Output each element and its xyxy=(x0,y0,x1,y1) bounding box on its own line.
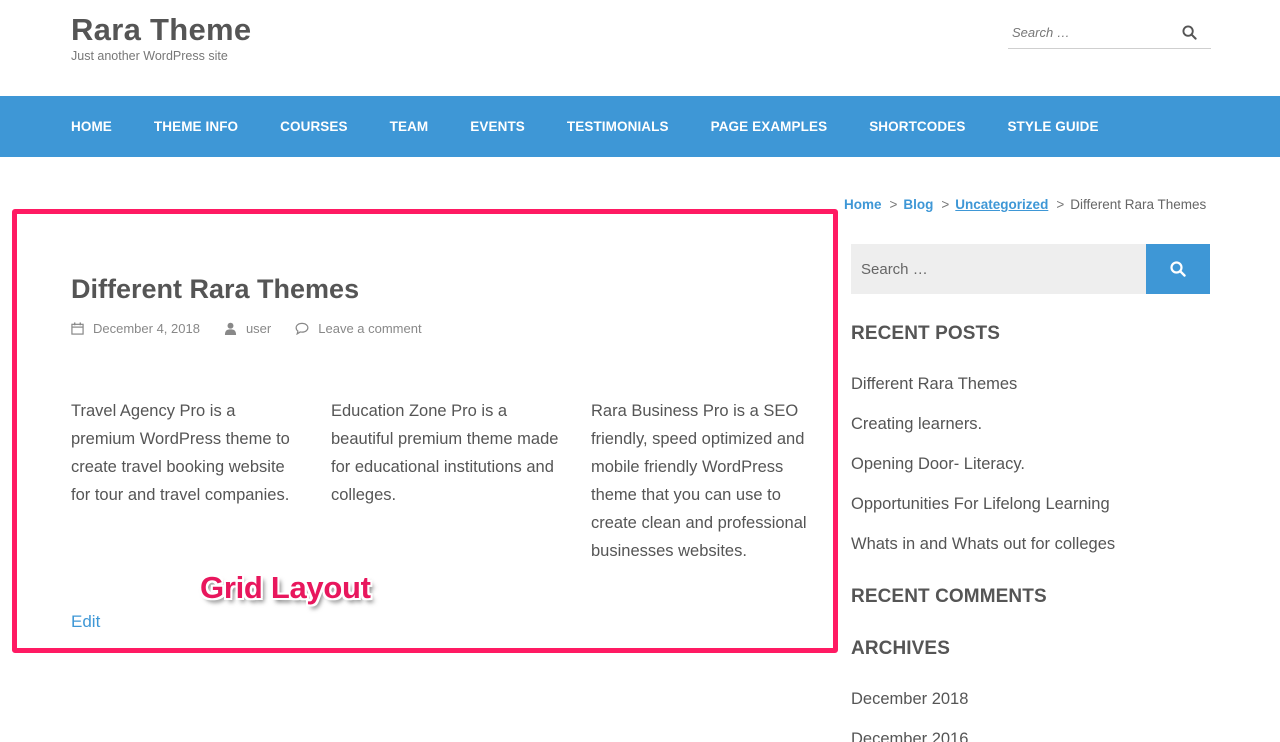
nav-item-courses[interactable]: COURSES xyxy=(280,119,347,134)
post-date-text: December 4, 2018 xyxy=(93,321,200,336)
user-icon xyxy=(224,322,237,335)
grid-column-travel-agency: Travel Agency Pro is a premium WordPress… xyxy=(71,402,290,504)
grid-layout-annotation-label: Grid Layout xyxy=(200,570,371,605)
recent-posts-list: Different Rara Themes Creating learners.… xyxy=(851,372,1115,572)
archive-link[interactable]: December 2016 xyxy=(851,727,968,742)
archives-heading: ARCHIVES xyxy=(851,638,950,659)
breadcrumb-separator: > xyxy=(941,197,950,212)
recent-post-link[interactable]: Opening Door- Literacy. xyxy=(851,452,1115,492)
breadcrumb-blog[interactable]: Blog xyxy=(903,197,933,212)
breadcrumb-separator: > xyxy=(1056,197,1065,212)
comment-icon xyxy=(295,322,309,335)
nav-item-testimonials[interactable]: TESTIMONIALS xyxy=(567,119,669,134)
recent-post-link[interactable]: Whats in and Whats out for colleges xyxy=(851,532,1115,572)
nav-item-shortcodes[interactable]: SHORTCODES xyxy=(869,119,965,134)
nav-item-team[interactable]: TEAM xyxy=(390,119,429,134)
site-header: Rara Theme Just another WordPress site xyxy=(0,0,1280,96)
breadcrumb: Home > Blog > Uncategorized > Different Rara T… xyxy=(844,197,1206,212)
nav-item-home[interactable]: HOME xyxy=(71,119,112,134)
archive-link[interactable]: December 2018 xyxy=(851,687,968,727)
nav-item-style-guide[interactable]: STYLE GUIDE xyxy=(1007,119,1098,134)
header-search-form xyxy=(1008,18,1211,49)
archives-list: December 2018 December 2016 xyxy=(851,687,968,742)
recent-post-link[interactable]: Different Rara Themes xyxy=(851,372,1115,412)
post-date[interactable]: December 4, 2018 xyxy=(71,321,200,336)
post-title: Different Rara Themes xyxy=(71,274,360,304)
breadcrumb-home[interactable]: Home xyxy=(844,197,882,212)
post-author[interactable]: user xyxy=(224,321,271,336)
breadcrumb-category[interactable]: Uncategorized xyxy=(955,197,1048,212)
breadcrumb-separator: > xyxy=(889,197,898,212)
nav-item-events[interactable]: EVENTS xyxy=(470,119,525,134)
breadcrumb-current: Different Rara Themes xyxy=(1070,197,1207,212)
edit-post-link[interactable]: Edit xyxy=(71,612,100,632)
sidebar-search-input[interactable] xyxy=(851,244,1146,294)
calendar-icon xyxy=(71,322,84,335)
header-search-input[interactable] xyxy=(1012,20,1172,44)
post-comments-text: Leave a comment xyxy=(318,321,422,336)
search-icon xyxy=(1170,261,1186,277)
post-meta: December 4, 2018 user Leave a comment xyxy=(71,321,446,336)
grid-column-rara-business: Rara Business Pro is a SEO friendly, spe… xyxy=(591,402,807,560)
grid-column-education-zone: Education Zone Pro is a beautiful premiu… xyxy=(331,402,559,504)
site-title[interactable]: Rara Theme xyxy=(71,12,251,48)
post-author-text: user xyxy=(245,321,272,336)
recent-comments-heading: RECENT COMMENTS xyxy=(851,586,1047,607)
recent-post-link[interactable]: Opportunities For Lifelong Learning xyxy=(851,492,1115,532)
recent-post-link[interactable]: Creating learners. xyxy=(851,412,1115,452)
main-navigation: HOME THEME INFO COURSES TEAM EVENTS TEST… xyxy=(0,96,1280,157)
post-comments-link[interactable]: Leave a comment xyxy=(295,321,422,336)
sidebar-search-button[interactable] xyxy=(1146,244,1210,294)
nav-menu: HOME THEME INFO COURSES TEAM EVENTS TEST… xyxy=(71,96,1141,157)
site-description: Just another WordPress site xyxy=(71,49,228,63)
sidebar-search-form xyxy=(851,244,1210,294)
recent-posts-heading: RECENT POSTS xyxy=(851,323,1000,344)
nav-item-page-examples[interactable]: PAGE EXAMPLES xyxy=(711,119,828,134)
search-icon[interactable] xyxy=(1182,25,1200,43)
nav-item-theme-info[interactable]: THEME INFO xyxy=(154,119,238,134)
